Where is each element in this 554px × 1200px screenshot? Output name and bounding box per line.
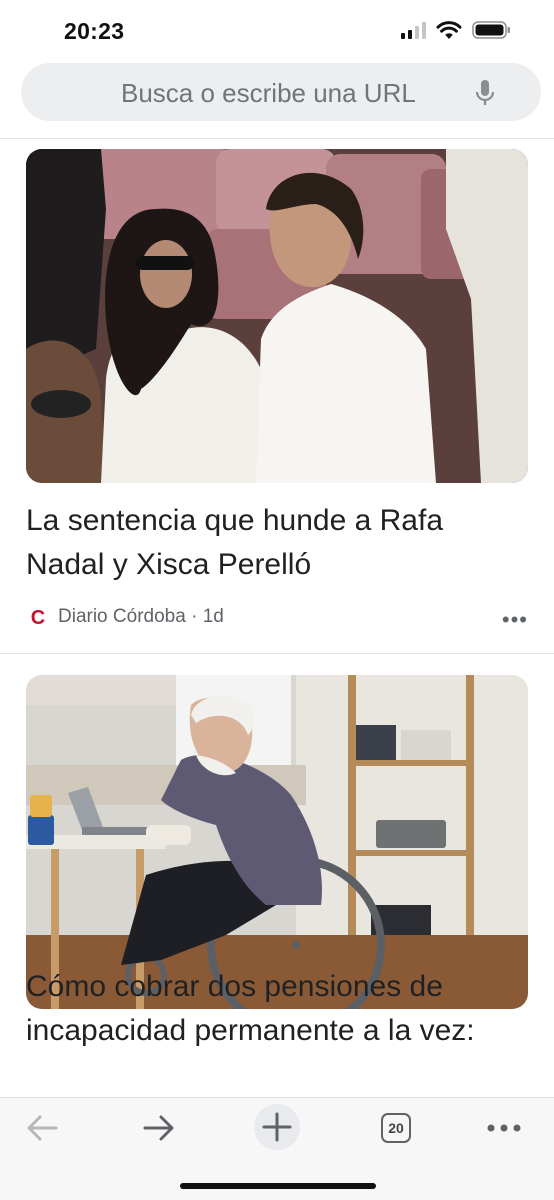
back-arrow-icon [27, 1115, 58, 1141]
article-image[interactable] [26, 149, 528, 483]
article-image[interactable] [26, 675, 528, 1009]
article-meta: C Diario Córdoba · 1d [26, 605, 224, 629]
forward-button[interactable] [139, 1108, 179, 1148]
svg-text:C: C [31, 607, 45, 629]
battery-icon [472, 21, 510, 39]
article-card[interactable]: La sentencia que hunde a Rafa Nadal y Xi… [0, 139, 554, 654]
wifi-icon [436, 21, 462, 39]
meta-separator: · [185, 606, 203, 627]
status-time: 20:23 [64, 18, 125, 44]
home-indicator[interactable] [180, 1183, 376, 1189]
status-bar: 20:23 [0, 0, 554, 62]
article-age: 1d [202, 606, 224, 627]
article-title[interactable]: Cómo cobrar dos pensiones de incapacidad… [26, 965, 516, 1053]
source-logo-icon: C [31, 607, 45, 629]
address-bar[interactable]: Busca o escribe una URL [21, 63, 541, 121]
more-menu-icon [487, 1124, 521, 1132]
status-icons [401, 20, 512, 40]
forward-arrow-icon [143, 1115, 174, 1141]
more-menu-button[interactable] [484, 1108, 524, 1148]
article-card[interactable]: Cómo cobrar dos pensiones de incapacidad… [0, 654, 554, 1094]
article-photo [26, 675, 528, 1009]
article-photo [26, 149, 528, 483]
article-more-button[interactable]: ••• [502, 607, 528, 633]
new-tab-button[interactable] [254, 1104, 300, 1150]
back-button[interactable] [22, 1108, 62, 1148]
news-feed[interactable]: La sentencia que hunde a Rafa Nadal y Xi… [0, 139, 554, 1097]
tab-switcher-button[interactable]: 20 [378, 1108, 414, 1148]
article-title[interactable]: La sentencia que hunde a Rafa Nadal y Xi… [26, 499, 516, 587]
article-source[interactable]: Diario Córdoba [58, 606, 186, 628]
microphone-icon[interactable] [473, 79, 497, 107]
cellular-signal-icon [401, 21, 426, 39]
new-tab-plus-icon [262, 1112, 292, 1142]
tab-switcher-icon: 20 [381, 1113, 411, 1143]
address-placeholder: Busca o escribe una URL [121, 78, 416, 108]
